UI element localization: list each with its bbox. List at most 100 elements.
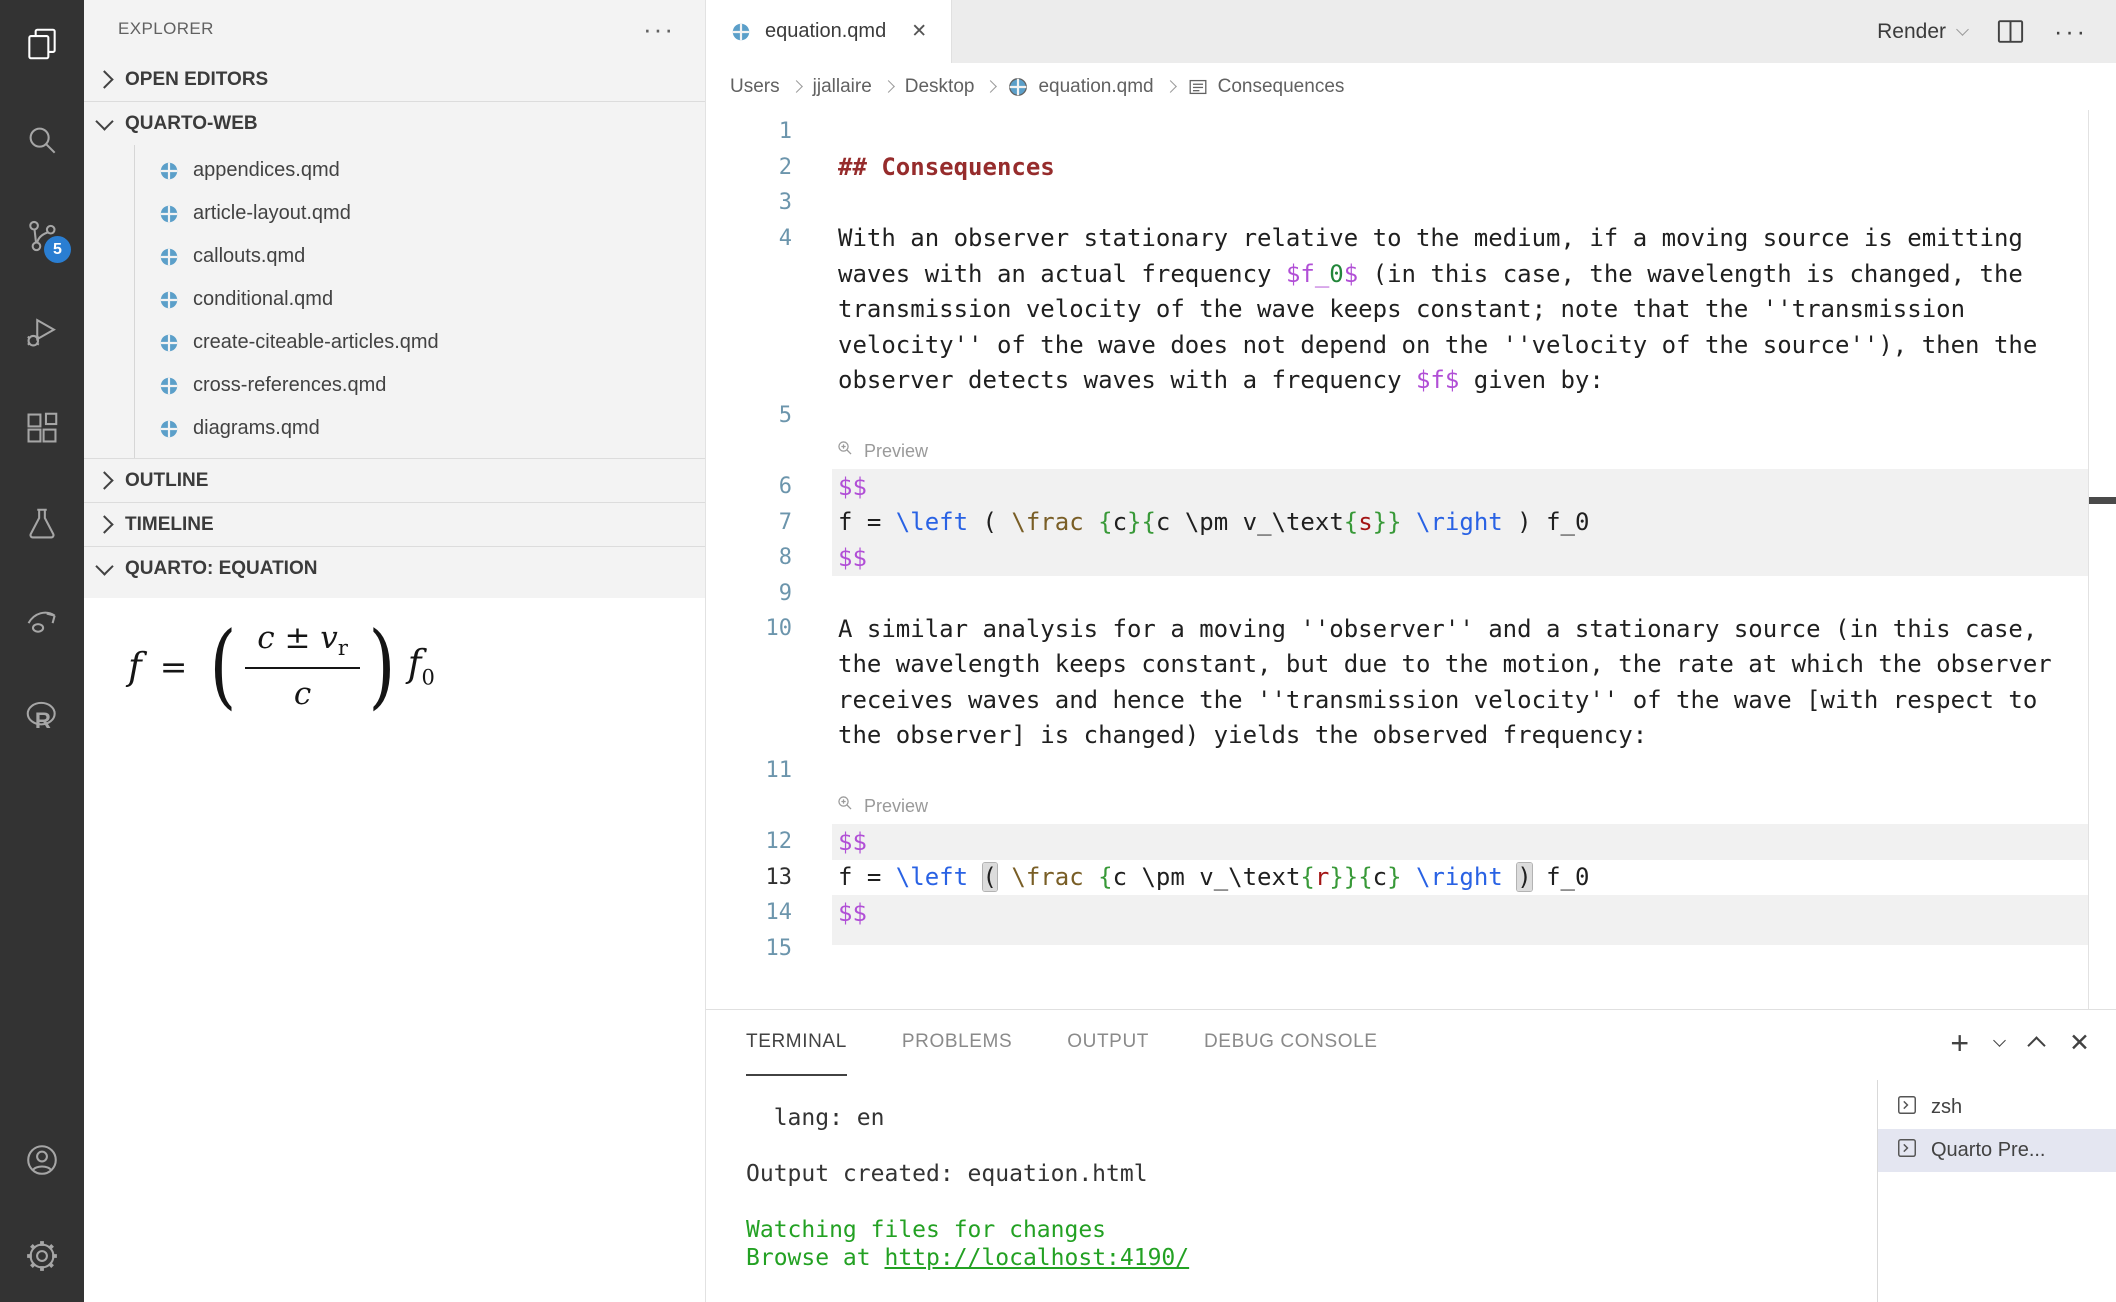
code-line[interactable]: waves with an actual frequency $f_0$ (in… [706, 256, 2089, 292]
badge-count: 5 [44, 236, 71, 263]
testing-icon[interactable] [22, 504, 62, 544]
section-label: QUARTO: EQUATION [125, 558, 317, 580]
quarto-publish-icon[interactable] [22, 600, 62, 640]
file-item[interactable]: callouts.qmd [84, 235, 705, 278]
split-editor-icon[interactable] [1995, 16, 2026, 47]
close-icon[interactable]: ✕ [911, 20, 927, 43]
breadcrumb-item[interactable]: Desktop [905, 76, 975, 98]
token: c [1373, 863, 1387, 891]
breadcrumb-separator-icon [882, 80, 895, 93]
code-line[interactable]: 9 [706, 576, 2089, 612]
code-line[interactable]: velocity'' of the wave does not depend o… [706, 327, 2089, 363]
preview-label[interactable]: Preview [864, 796, 928, 817]
code-line[interactable]: 1 [706, 114, 2089, 150]
file-item[interactable]: cross-references.qmd [84, 364, 705, 407]
code-line[interactable]: observer detects waves with a frequency … [706, 363, 2089, 399]
breadcrumb-item[interactable]: jjallaire [813, 76, 872, 98]
more-actions-icon[interactable]: ··· [2054, 27, 2088, 37]
settings-icon[interactable] [22, 1236, 62, 1276]
source-control-icon[interactable]: 5 [22, 216, 62, 256]
code-line[interactable]: transmission velocity of the wave keeps … [706, 292, 2089, 328]
close-panel-icon[interactable]: ✕ [2069, 1028, 2090, 1058]
breadcrumb-separator-icon [1164, 80, 1177, 93]
maximize-panel-icon[interactable] [2027, 1036, 2045, 1054]
code-line[interactable]: 8$$ [706, 540, 2089, 576]
breadcrumb-item[interactable]: Consequences [1187, 76, 1345, 98]
panel-tab-problems[interactable]: PROBLEMS [902, 1010, 1012, 1076]
codelens-row[interactable]: Preview [706, 434, 2089, 470]
new-terminal-icon[interactable]: + [1950, 1033, 1969, 1053]
r-lang-icon[interactable]: R [22, 696, 62, 736]
breadcrumb-separator-icon [790, 80, 803, 93]
terminal-dropdown-icon[interactable] [1993, 1034, 2006, 1047]
terminal-label: zsh [1931, 1096, 1962, 1119]
files-icon[interactable] [22, 24, 62, 64]
token [1084, 508, 1098, 536]
breadcrumb-item[interactable]: Users [730, 76, 780, 98]
code-line[interactable]: receives waves and hence the ''transmiss… [706, 682, 2089, 718]
extensions-icon[interactable] [22, 408, 62, 448]
file-item[interactable]: diagrams.qmd [84, 407, 705, 450]
token [1402, 863, 1416, 891]
code-line[interactable]: 6$$ [706, 469, 2089, 505]
file-item[interactable]: appendices.qmd [84, 149, 705, 192]
quarto-file-icon [158, 289, 180, 311]
code-line[interactable]: 7f = \left ( \frac {c}{c \pm v_\text{s}}… [706, 505, 2089, 541]
tab-equation-qmd[interactable]: equation.qmd ✕ [706, 0, 952, 63]
chevron-down-icon [95, 557, 113, 575]
file-item[interactable]: article-layout.qmd [84, 192, 705, 235]
quarto-file-icon [158, 418, 180, 440]
scrollbar[interactable] [2088, 110, 2116, 1009]
token: observer detects waves with a frequency [838, 366, 1416, 394]
more-actions-icon[interactable]: ··· [643, 24, 675, 34]
section-quarto-web[interactable]: QUARTO-WEB [84, 101, 705, 145]
equation-fraction: c ± vr c [245, 620, 360, 712]
section-timeline[interactable]: TIMELINE [84, 502, 705, 546]
panel-tab-debug-console[interactable]: DEBUG CONSOLE [1204, 1010, 1378, 1076]
code-line[interactable]: the wavelength keeps constant, but due t… [706, 647, 2089, 683]
code-line[interactable]: 14$$ [706, 895, 2089, 931]
search-icon[interactable] [22, 120, 62, 160]
code-line[interactable]: 3 [706, 185, 2089, 221]
file-item[interactable]: conditional.qmd [84, 278, 705, 321]
code-line[interactable]: 11 [706, 753, 2089, 789]
section-quarto-equation[interactable]: QUARTO: EQUATION [84, 546, 705, 590]
panel-tab-terminal[interactable]: TERMINAL [746, 1010, 847, 1076]
render-button[interactable]: Render [1877, 20, 1967, 44]
code-line[interactable]: 10A similar analysis for a moving ''obse… [706, 611, 2089, 647]
code-line[interactable]: 13f = \left ( \frac {c \pm v_\text{r}}{c… [706, 860, 2089, 896]
chevron-right-icon [95, 70, 113, 88]
token: 0 [1329, 260, 1343, 288]
chevron-right-icon [95, 515, 113, 533]
token: ## Consequences [838, 153, 1055, 181]
file-item[interactable]: create-citeable-articles.qmd [84, 321, 705, 364]
code-editor[interactable]: 12## Consequences34With an observer stat… [706, 110, 2116, 1009]
account-icon[interactable] [22, 1140, 62, 1180]
token: } [1387, 863, 1401, 891]
activity-bar: 5R [0, 0, 84, 1302]
panel-tab-output[interactable]: OUTPUT [1067, 1010, 1149, 1076]
code-line[interactable]: 15 [706, 931, 2089, 967]
terminal-instance[interactable]: Quarto Pre... [1878, 1129, 2116, 1172]
preview-label[interactable]: Preview [864, 441, 928, 462]
breadcrumb-item[interactable]: equation.qmd [1007, 76, 1153, 98]
code-line[interactable]: 4With an observer stationary relative to… [706, 221, 2089, 257]
code-text: f = \left ( \frac {c \pm v_\text{r}}{c} … [792, 863, 1589, 891]
code-line[interactable]: 12$$ [706, 824, 2089, 860]
run-debug-icon[interactable] [22, 312, 62, 352]
terminal-link[interactable]: http://localhost:4190/ [884, 1245, 1189, 1271]
line-number: 8 [706, 545, 792, 570]
breadcrumb: Users jjallaire Desktop equation.qmd Consequ… [706, 63, 2116, 110]
code-line[interactable]: the observer] is changed) yields the obs… [706, 718, 2089, 754]
section-open-editors[interactable]: OPEN EDITORS [84, 58, 705, 101]
quarto-file-icon [158, 246, 180, 268]
code-line[interactable]: 2## Consequences [706, 150, 2089, 186]
file-tree: appendices.qmdarticle-layout.qmdcallouts… [84, 145, 705, 458]
equation-paren-open: ( [210, 627, 237, 705]
section-outline[interactable]: OUTLINE [84, 458, 705, 502]
breadcrumb-label: jjallaire [813, 76, 872, 98]
terminal-instance[interactable]: zsh [1878, 1086, 2116, 1129]
code-line[interactable]: 5 [706, 398, 2089, 434]
token: ) f_0 [1503, 508, 1590, 536]
codelens-row[interactable]: Preview [706, 789, 2089, 825]
